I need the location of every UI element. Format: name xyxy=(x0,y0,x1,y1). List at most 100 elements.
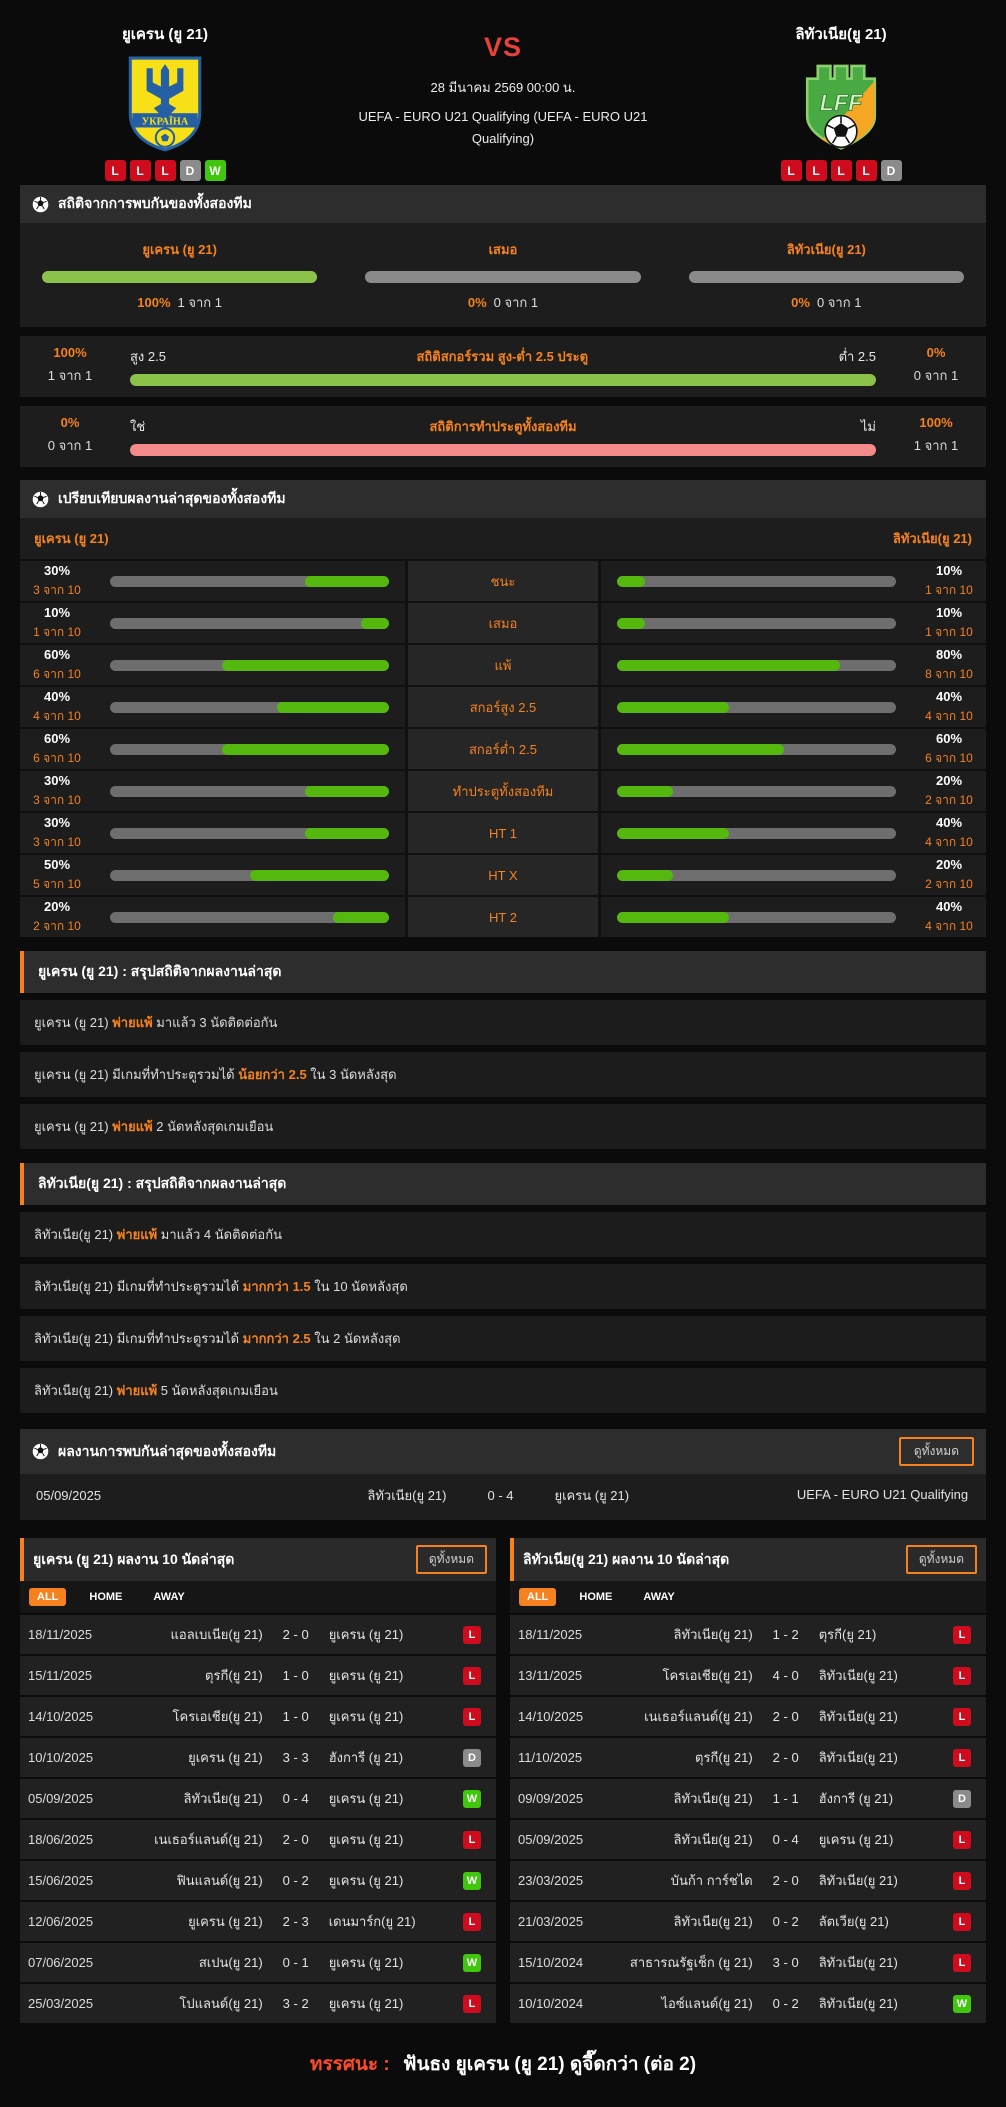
match-row[interactable]: 05/09/2025 ลิทัวเนีย(ยู 21) 0 - 4 ยูเครน… xyxy=(510,1818,986,1860)
compare-home-stat: 50% 5 จาก 10 xyxy=(20,855,94,895)
h2h-view-all-button[interactable]: ดูทั้งหมด xyxy=(898,1437,974,1466)
summary-text-pre: ลิทัวเนีย(ยู 21) มีเกมที่ทำประตูรวมได้ xyxy=(34,1331,243,1346)
away-summary-section: ลิทัวเนีย(ยู 21) : สรุปสถิติจากผลงานล่าส… xyxy=(20,1163,986,1413)
summary-text-post: ใน 10 นัดหลังสุด xyxy=(310,1279,408,1294)
match-row[interactable]: 09/09/2025 ลิทัวเนีย(ยู 21) 1 - 1 ฮังการ… xyxy=(510,1777,986,1819)
over-under-middle: สูง 2.5 สถิติสกอร์รวม สูง-ต่ำ 2.5 ประตู … xyxy=(116,346,890,386)
match-date: 14/10/2025 xyxy=(518,1709,584,1725)
match-row[interactable]: 12/06/2025 ยูเครน (ยู 21) 2 - 3 เดนมาร์ก… xyxy=(20,1900,496,1942)
compare-home-stat: 30% 3 จาก 10 xyxy=(20,813,94,853)
compare-away-count: 4 จาก 10 xyxy=(925,708,973,723)
compare-away-count: 1 จาก 10 xyxy=(925,582,973,597)
match-row[interactable]: 25/03/2025 โปแลนด์(ยู 21) 3 - 2 ยูเครน (… xyxy=(20,1982,496,2024)
compare-home-percent: 30% xyxy=(43,562,71,578)
compare-away-count: 6 จาก 10 xyxy=(925,750,973,765)
compare-row-label: สกอร์สูง 2.5 xyxy=(405,687,601,727)
compare-home-barcell xyxy=(94,729,405,769)
compare-home-barcell xyxy=(94,813,405,853)
table-filter-tab[interactable]: HOME xyxy=(571,1588,620,1606)
match-date: 14/10/2025 xyxy=(28,1709,94,1725)
compare-away-barcell xyxy=(601,729,912,769)
match-row[interactable]: 18/06/2025 เนเธอร์แลนด์(ยู 21) 2 - 0 ยูเ… xyxy=(20,1818,496,1860)
match-row[interactable]: 10/10/2024 ไอซ์แลนด์(ยู 21) 0 - 2 ลิทัวเ… xyxy=(510,1982,986,2024)
match-date: 18/11/2025 xyxy=(28,1627,93,1643)
summary-text-post: ใน 3 นัดหลังสุด xyxy=(306,1067,397,1082)
match-result-badge: L xyxy=(953,1912,971,1931)
away-last10-header: ลิทัวเนีย(ยู 21) ผลงาน 10 นัดล่าสุด ดูทั… xyxy=(510,1538,986,1582)
btts-away-percent: 100% xyxy=(919,415,953,430)
match-date: 18/06/2025 xyxy=(28,1832,94,1848)
match-result-badge: L xyxy=(953,1707,971,1726)
compare-home-count: 6 จาก 10 xyxy=(33,750,81,765)
home-team-name: ยูเครน (ยู 21) xyxy=(121,26,209,43)
summary-text-highlight: พ่ายแพ้ xyxy=(112,1119,153,1134)
h2h-match-row[interactable]: 05/09/2025 ลิทัวเนีย(ยู 21) 0 - 4 ยูเครน… xyxy=(20,1474,986,1520)
compare-away-percent: 10% xyxy=(935,562,963,578)
away-last10-view-all-button[interactable]: ดูทั้งหมด xyxy=(905,1545,977,1575)
match-row[interactable]: 23/03/2025 บันก้า การ์ชได 2 - 0 ลิทัวเนี… xyxy=(510,1859,986,1901)
summary-text-highlight: มากกว่า 1.5 xyxy=(242,1279,311,1294)
svg-text:УКРАЇНА: УКРАЇНА xyxy=(142,114,189,127)
match-row[interactable]: 18/11/2025 แอลเบเนีย(ยู 21) 2 - 0 ยูเครน… xyxy=(20,1613,496,1655)
compare-home-percent: 30% xyxy=(43,814,71,830)
compare-away-bar-fill xyxy=(617,575,645,587)
match-date: 21/03/2025 xyxy=(518,1914,584,1930)
h2h-stats-title-bar: สถิติจากการพบกันของทั้งสองทีม xyxy=(20,185,986,223)
compare-away-percent: 10% xyxy=(935,604,963,620)
match-row[interactable]: 15/10/2024 สาธารณรัฐเช็ก (ยู 21) 3 - 0 ล… xyxy=(510,1941,986,1983)
table-filter-tab[interactable]: AWAY xyxy=(145,1588,192,1606)
match-date: 15/10/2024 xyxy=(518,1955,584,1971)
h2h-recent-title: ผลงานการพบกันล่าสุดของทั้งสองทีม xyxy=(58,1442,277,1459)
match-preview-page: ยูเครน (ยู 21) УКРАЇНА L L L D W VS 28 มีนาค… xyxy=(0,0,1006,2107)
match-row[interactable]: 14/10/2025 เนเธอร์แลนด์(ยู 21) 2 - 0 ลิท… xyxy=(510,1695,986,1737)
match-row[interactable]: 07/06/2025 สเปน(ยู 21) 0 - 1 ยูเครน (ยู … xyxy=(20,1941,496,1983)
compare-away-bar-fill xyxy=(617,827,729,839)
match-row[interactable]: 15/06/2025 ฟินแลนด์(ยู 21) 0 - 2 ยูเครน … xyxy=(20,1859,496,1901)
match-result-badge: W xyxy=(463,1953,481,1972)
match-away-team: ยูเครน (ยู 21) xyxy=(328,1995,404,2011)
match-row[interactable]: 11/10/2025 ตุรกี(ยู 21) 2 - 0 ลิทัวเนีย(… xyxy=(510,1736,986,1778)
soccer-ball-icon xyxy=(32,1443,49,1460)
match-result-cell: D xyxy=(946,1789,978,1808)
h2h-column-bar xyxy=(688,271,964,283)
match-result-cell: L xyxy=(946,1912,978,1931)
match-away-team: ลิทัวเนีย(ยู 21) xyxy=(818,1872,898,1888)
match-score: 3 - 3 xyxy=(282,1750,309,1766)
over-under-bar-green xyxy=(130,373,876,386)
compare-row-label: สกอร์ต่ำ 2.5 xyxy=(405,729,601,769)
table-filter-tab[interactable]: ALL xyxy=(29,1588,67,1607)
match-score: 0 - 4 xyxy=(772,1832,799,1848)
match-score: 1 - 2 xyxy=(772,1627,799,1643)
match-row[interactable]: 18/11/2025 ลิทัวเนีย(ยู 21) 1 - 2 ตุรกี(… xyxy=(510,1613,986,1655)
match-home-team: โปแลนด์(ยู 21) xyxy=(179,1995,263,2011)
compare-away-percent: 40% xyxy=(935,688,963,704)
match-row[interactable]: 05/09/2025 ลิทัวเนีย(ยู 21) 0 - 4 ยูเครน… xyxy=(20,1777,496,1819)
h2h-stats-columns: ยูเครน (ยู 21) 100% 1 จาก 1 เสมอ 0% 0 จาก … xyxy=(20,223,986,327)
compare-home-bar-fill xyxy=(361,617,389,629)
match-result-cell: L xyxy=(456,1830,488,1849)
match-row[interactable]: 15/11/2025 ตุรกี(ยู 21) 1 - 0 ยูเครน (ยู… xyxy=(20,1654,496,1696)
match-result-cell: W xyxy=(456,1871,488,1890)
away-team-crest-icon: LFF xyxy=(726,50,956,158)
compare-section: เปรียบเทียบผลงานล่าสุดของทั้งสองทีม ยูเค… xyxy=(20,480,986,937)
match-row[interactable]: 13/11/2025 โครเอเชีย(ยู 21) 4 - 0 ลิทัวเ… xyxy=(510,1654,986,1696)
away-last10-title: ลิทัวเนีย(ยู 21) ผลงาน 10 นัดล่าสุด xyxy=(523,1550,730,1567)
table-filter-tab[interactable]: HOME xyxy=(81,1588,130,1606)
match-info: VS 28 มีนาคม 2569 00:00 น. UEFA - EURO U… xyxy=(280,18,726,150)
match-result-cell: L xyxy=(946,1830,978,1849)
table-filter-tab[interactable]: ALL xyxy=(519,1588,557,1607)
compare-rows: 30% 3 จาก 10 ชนะ 10% 1 จาก 10 10% 1 จาก … xyxy=(20,559,986,937)
h2h-column-label: ลิทัวเนีย(ยู 21) xyxy=(786,242,866,257)
match-row[interactable]: 10/10/2025 ยูเครน (ยู 21) 3 - 3 ฮังการี … xyxy=(20,1736,496,1778)
table-filter-tab[interactable]: AWAY xyxy=(635,1588,682,1606)
match-score: 2 - 3 xyxy=(282,1914,309,1930)
match-row[interactable]: 21/03/2025 ลิทัวเนีย(ยู 21) 0 - 2 ลัตเวี… xyxy=(510,1900,986,1942)
match-home-team: ยูเครน (ยู 21) xyxy=(188,1749,263,1765)
match-result-cell: L xyxy=(456,1707,488,1726)
home-last10-view-all-button[interactable]: ดูทั้งหมด xyxy=(415,1545,487,1575)
match-row[interactable]: 14/10/2025 โครเอเชีย(ยู 21) 1 - 0 ยูเครน… xyxy=(20,1695,496,1737)
btts-away-stat: 100% 1 จาก 1 xyxy=(904,415,968,456)
match-home-team: เนเธอร์แลนด์(ยู 21) xyxy=(644,1708,753,1724)
form-badge: L xyxy=(104,160,126,181)
match-home-team: ลิทัวเนีย(ยู 21) xyxy=(673,1913,753,1929)
